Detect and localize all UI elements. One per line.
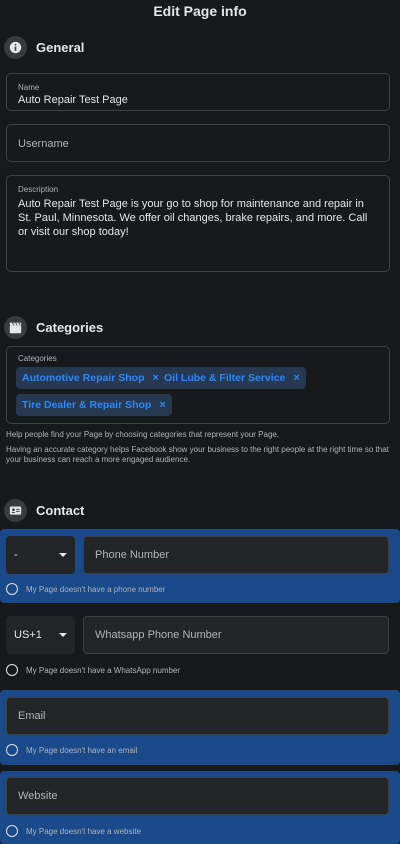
no-whatsapp-label: My Page doesn't have a WhatsApp number <box>26 665 181 675</box>
website-placeholder: Website <box>18 790 58 802</box>
contact-card-icon <box>4 499 27 522</box>
name-value[interactable]: Auto Repair Test Page <box>18 93 128 107</box>
chevron-down-icon <box>59 633 67 637</box>
website-block: Website My Page doesn't have a website <box>0 771 400 844</box>
radio-button[interactable] <box>6 664 18 676</box>
radio-button[interactable] <box>6 583 18 595</box>
general-section-heading: General <box>4 36 84 59</box>
no-whatsapp-option[interactable]: My Page doesn't have a WhatsApp number <box>6 664 180 676</box>
email-block: Email My Page doesn't have an email <box>0 690 400 765</box>
phone-country-code-value: - <box>14 549 18 561</box>
category-chip-label: Oil Lube & Filter Service <box>164 372 286 384</box>
description-value[interactable]: Auto Repair Test Page is your go to shop… <box>18 197 378 239</box>
phone-number-placeholder: Phone Number <box>95 549 169 561</box>
whatsapp-block: US+1 Whatsapp Phone Number My Page doesn… <box>0 610 400 682</box>
phone-number-input[interactable]: Phone Number <box>83 536 389 574</box>
general-heading-text: General <box>36 40 85 55</box>
info-icon <box>4 36 27 59</box>
username-field[interactable]: Username <box>6 124 390 162</box>
no-website-option[interactable]: My Page doesn't have a website <box>6 825 141 837</box>
whatsapp-country-code-value: US+1 <box>14 629 42 641</box>
website-input[interactable]: Website <box>6 777 389 815</box>
categories-label: Categories <box>18 354 57 363</box>
username-placeholder: Username <box>18 138 69 150</box>
no-phone-option[interactable]: My Page doesn't have a phone number <box>6 583 165 595</box>
email-placeholder: Email <box>18 710 46 722</box>
remove-category-icon[interactable]: × <box>159 399 165 411</box>
name-field[interactable]: Name Auto Repair Test Page <box>6 73 390 111</box>
description-field[interactable]: Description Auto Repair Test Page is you… <box>6 175 390 272</box>
phone-block: - Phone Number My Page doesn't have a ph… <box>0 529 400 603</box>
radio-button[interactable] <box>6 744 18 756</box>
category-chip[interactable]: Tire Dealer & Repair Shop × <box>16 394 172 416</box>
whatsapp-number-placeholder: Whatsapp Phone Number <box>95 629 222 641</box>
whatsapp-number-input[interactable]: Whatsapp Phone Number <box>83 616 389 654</box>
chevron-down-icon <box>59 553 67 557</box>
page-title: Edit Page info <box>153 3 247 19</box>
category-chip-label: Tire Dealer & Repair Shop <box>22 399 152 411</box>
contact-section-heading: Contact <box>4 499 84 522</box>
categories-section-heading: Categories <box>4 316 103 339</box>
category-chip-label: Automotive Repair Shop <box>22 372 145 384</box>
categories-help-text: Help people find your Page by choosing c… <box>6 430 280 439</box>
name-label: Name <box>18 83 40 92</box>
phone-country-code-select[interactable]: - <box>6 536 75 574</box>
category-chip[interactable]: Automotive Repair Shop × <box>16 367 165 389</box>
clapperboard-icon <box>4 316 27 339</box>
category-chip[interactable]: Oil Lube & Filter Service × <box>158 367 306 389</box>
no-website-label: My Page doesn't have a website <box>26 826 141 836</box>
no-phone-label: My Page doesn't have a phone number <box>26 584 166 594</box>
no-email-label: My Page doesn't have an email <box>26 745 138 755</box>
categories-field[interactable]: Categories Automotive Repair Shop × Oil … <box>6 346 390 424</box>
remove-category-icon[interactable]: × <box>293 372 299 384</box>
email-input[interactable]: Email <box>6 697 389 735</box>
no-email-option[interactable]: My Page doesn't have an email <box>6 744 137 756</box>
categories-help-detail: Having an accurate category helps Facebo… <box>6 445 389 464</box>
contact-heading-text: Contact <box>36 503 85 518</box>
radio-button[interactable] <box>6 825 18 837</box>
categories-heading-text: Categories <box>36 320 104 335</box>
description-label: Description <box>18 185 59 194</box>
whatsapp-country-code-select[interactable]: US+1 <box>6 616 75 654</box>
